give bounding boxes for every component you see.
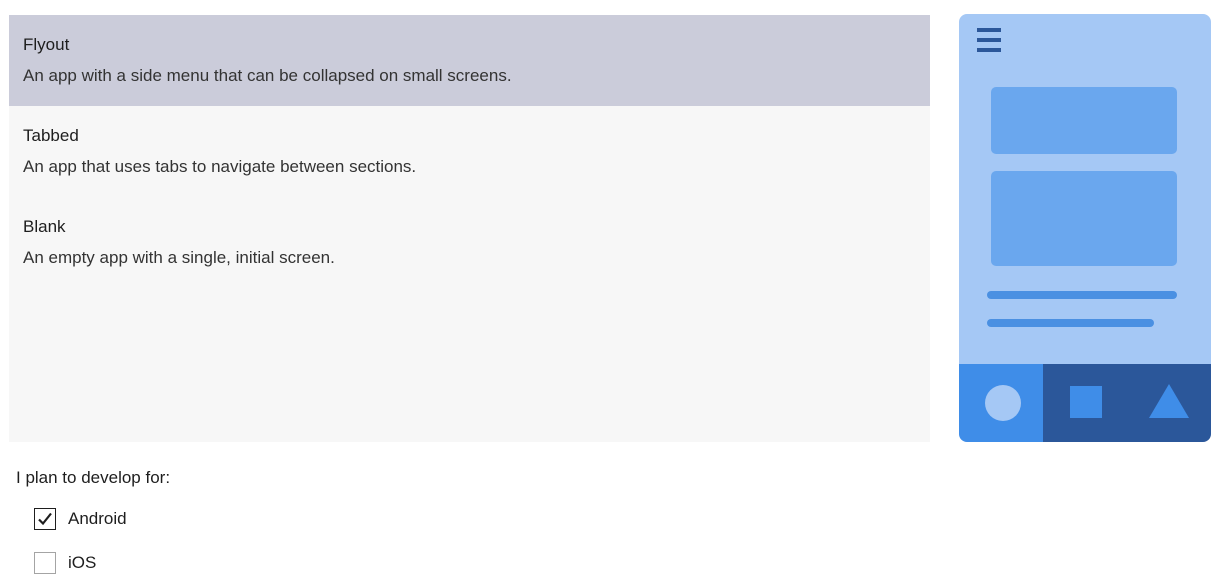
preview-text-line <box>987 291 1177 299</box>
preview-text-line <box>987 319 1154 327</box>
template-description: An empty app with a single, initial scre… <box>23 248 335 267</box>
template-item-tabbed[interactable]: Tabbed An app that uses tabs to navigate… <box>9 106 930 197</box>
android-option[interactable]: Android <box>34 508 127 530</box>
preview-card <box>991 171 1177 266</box>
template-item-blank[interactable]: Blank An empty app with a single, initia… <box>9 197 930 288</box>
template-title: Flyout <box>23 35 70 54</box>
platform-label: I plan to develop for: <box>16 468 171 487</box>
template-description: An app with a side menu that can be coll… <box>23 66 512 85</box>
checkmark-icon <box>38 512 52 526</box>
android-label: Android <box>68 509 127 528</box>
template-title: Blank <box>23 217 66 236</box>
template-preview <box>959 14 1211 442</box>
square-tab-icon <box>1070 386 1102 418</box>
ios-checkbox[interactable] <box>34 552 56 574</box>
template-description: An app that uses tabs to navigate betwee… <box>23 157 417 176</box>
ios-label: iOS <box>68 553 97 572</box>
template-title: Tabbed <box>23 126 79 145</box>
ios-option[interactable]: iOS <box>34 552 96 574</box>
template-preview-graphic <box>959 14 1211 442</box>
hamburger-menu-icon <box>977 28 1001 52</box>
android-checkbox[interactable] <box>34 508 56 530</box>
template-list: Flyout An app with a side menu that can … <box>9 15 930 442</box>
template-item-flyout[interactable]: Flyout An app with a side menu that can … <box>9 15 930 106</box>
preview-card <box>991 87 1177 154</box>
preview-tab-bar <box>1043 364 1211 442</box>
circle-tab-icon <box>985 385 1021 421</box>
